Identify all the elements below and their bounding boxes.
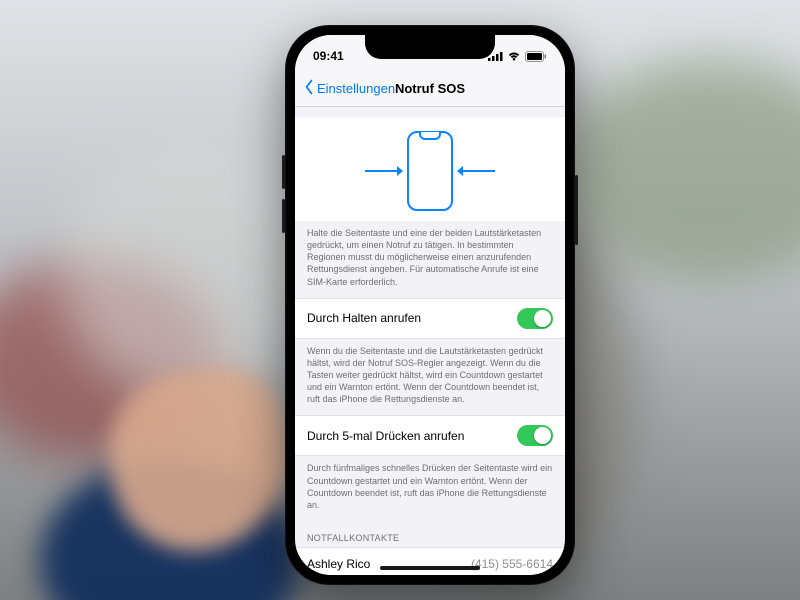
setting-call-with-hold-help: Wenn du die Seitentaste und die Lautstär… — [295, 339, 565, 416]
emergency-contact-row[interactable]: Ashley Rico (415) 555-6614 — [295, 547, 565, 575]
chevron-left-icon — [303, 79, 315, 98]
back-button[interactable]: Einstellungen — [303, 79, 395, 98]
hero-illustration — [295, 117, 565, 221]
setting-call-with-5-presses[interactable]: Durch 5-mal Drücken anrufen — [295, 415, 565, 456]
scroll-content[interactable]: Halte die Seitentaste und eine der beide… — [295, 107, 565, 575]
home-indicator[interactable] — [380, 566, 480, 570]
setting-call-with-hold[interactable]: Durch Halten anrufen — [295, 298, 565, 339]
back-label: Einstellungen — [317, 81, 395, 96]
status-time: 09:41 — [313, 49, 344, 63]
arrow-right-icon — [365, 164, 405, 178]
phone-outline-icon — [407, 131, 453, 211]
screen: 09:41 Einstellungen Notruf SOS — [295, 35, 565, 575]
setting-call-with-5-presses-help: Durch fünfmaliges schnelles Drücken der … — [295, 456, 565, 521]
page-title: Notruf SOS — [395, 81, 465, 96]
wifi-icon — [507, 51, 521, 61]
section-header-emergency-contacts: NOTFALLKONTAKTE — [295, 521, 565, 547]
setting-label: Durch 5-mal Drücken anrufen — [307, 429, 464, 443]
iphone-device: 09:41 Einstellungen Notruf SOS — [285, 25, 575, 585]
notch — [365, 35, 495, 59]
toggle-switch[interactable] — [517, 308, 553, 329]
nav-bar: Einstellungen Notruf SOS — [295, 71, 565, 107]
contact-number: (415) 555-6614 — [471, 557, 553, 571]
contact-name: Ashley Rico — [307, 557, 370, 571]
toggle-switch[interactable] — [517, 425, 553, 446]
arrow-left-icon — [455, 164, 495, 178]
setting-label: Durch Halten anrufen — [307, 311, 421, 325]
hero-caption: Halte die Seitentaste und eine der beide… — [295, 221, 565, 298]
battery-icon — [525, 51, 547, 62]
